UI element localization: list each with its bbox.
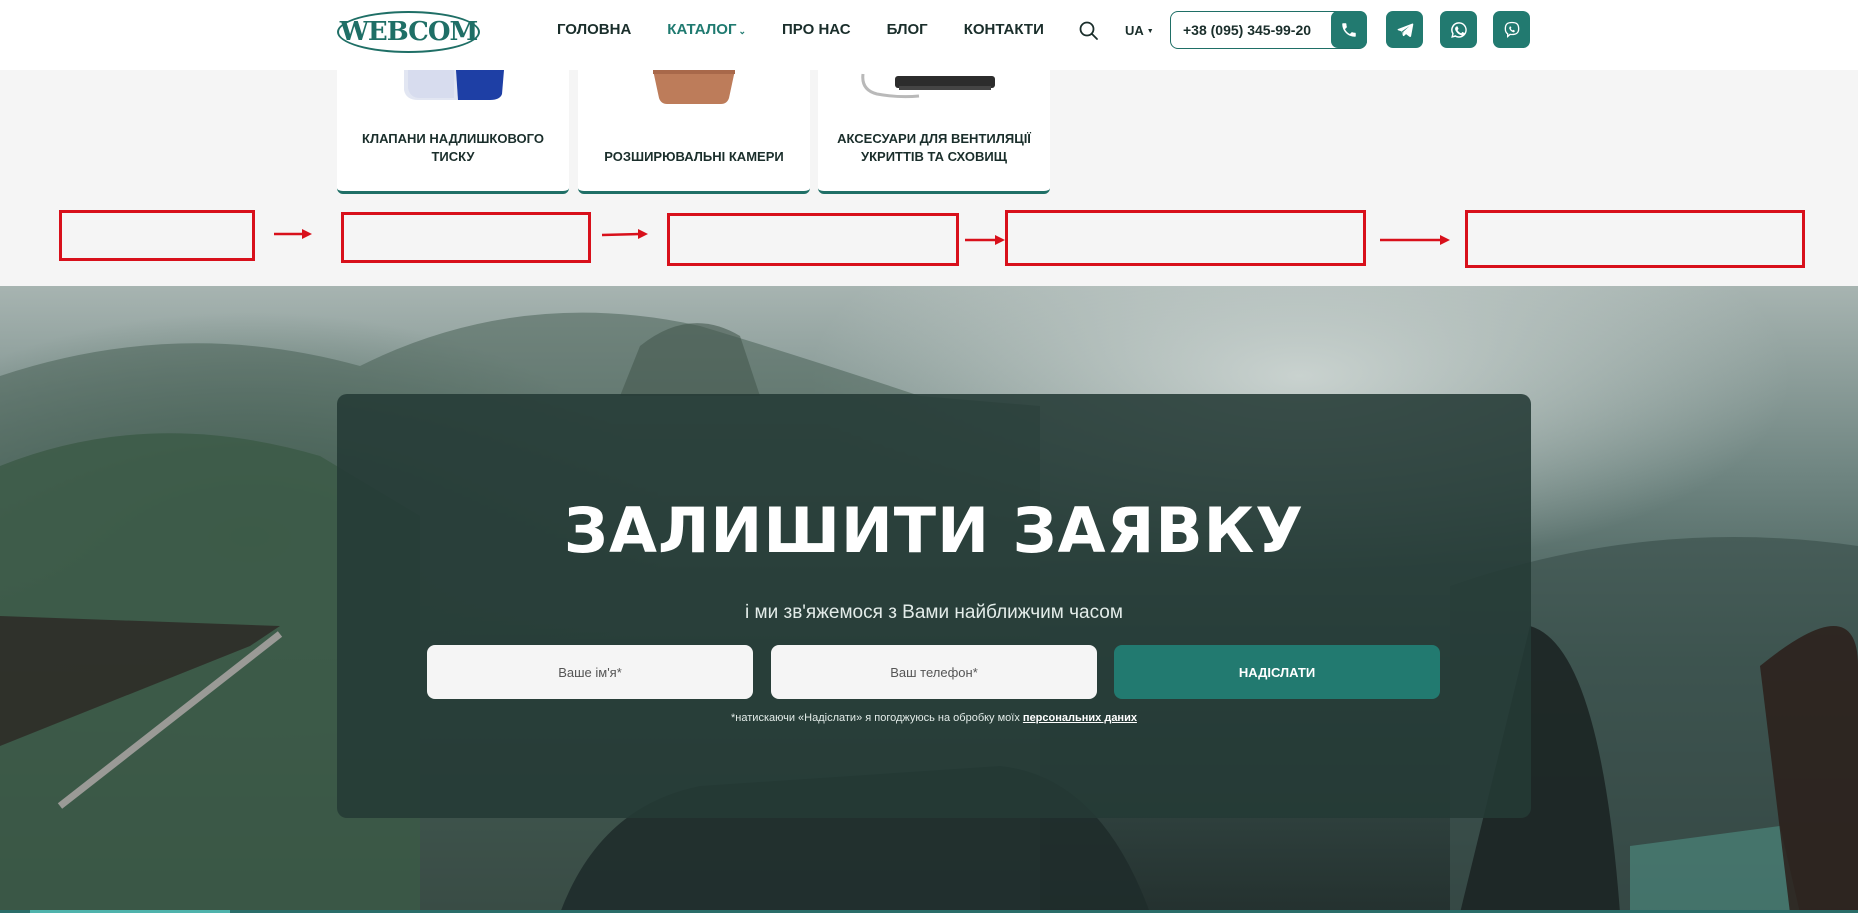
site-header: WEBCOM ГОЛОВНА КАТАЛОГ ⌄ ПРО НАС БЛОГ КОН…	[0, 0, 1858, 70]
phone-icon[interactable]	[1331, 11, 1367, 48]
language-switcher[interactable]: UA ▼	[1125, 23, 1154, 38]
nav-label: БЛОГ	[886, 21, 928, 38]
viber-icon[interactable]	[1493, 11, 1530, 48]
request-form-panel: ЗАЛИШИТИ ЗАЯВКУ і ми зв'яжемося з Вами н…	[337, 394, 1531, 818]
search-icon[interactable]	[1078, 20, 1100, 42]
annotation-box	[341, 212, 591, 263]
annotation-arrow	[1380, 235, 1450, 245]
nav-item-catalog[interactable]: КАТАЛОГ ⌄	[667, 21, 746, 38]
product-image	[398, 70, 508, 107]
card-title: КЛАПАНИ НАДЛИШКОВОГО ТИСКУ	[362, 131, 544, 164]
telegram-icon[interactable]	[1386, 11, 1423, 48]
annotation-arrow	[274, 229, 312, 239]
card-title: РОЗШИРЮВАЛЬНІ КАМЕРИ	[604, 149, 784, 164]
annotation-arrow	[965, 235, 1005, 245]
catalog-card[interactable]: КЛАПАНИ НАДЛИШКОВОГО ТИСКУ	[337, 70, 569, 194]
catalog-card[interactable]: РОЗШИРЮВАЛЬНІ КАМЕРИ	[578, 70, 810, 194]
whatsapp-icon[interactable]	[1440, 11, 1477, 48]
nav-item-blog[interactable]: БЛОГ	[887, 21, 928, 38]
main-nav: ГОЛОВНА КАТАЛОГ ⌄ ПРО НАС БЛОГ КОНТАКТИ	[557, 21, 1080, 38]
consent-note: *натискаючи «Надіслати» я погоджуюсь на …	[337, 712, 1531, 724]
nav-label: КОНТАКТИ	[963, 21, 1044, 38]
phone-number: +38 (095) 345-99-20	[1183, 22, 1312, 38]
nav-label: КАТАЛОГ	[667, 21, 737, 38]
annotation-box	[667, 213, 959, 266]
product-image	[859, 70, 1009, 107]
form-title: ЗАЛИШИТИ ЗАЯВКУ	[563, 494, 1305, 567]
phone-link[interactable]: +38 (095) 345-99-20	[1170, 11, 1367, 49]
personal-data-link[interactable]: персональних даних	[1023, 712, 1137, 724]
annotation-box	[1005, 210, 1366, 266]
annotation-arrow	[601, 229, 648, 239]
card-title: АКСЕСУАРИ ДЛЯ ВЕНТИЛЯЦІЇ УКРИТТІВ ТА СХО…	[837, 131, 1031, 164]
hero-background: ЗАЛИШИТИ ЗАЯВКУ і ми зв'яжемося з Вами н…	[0, 286, 1858, 913]
caret-down-icon: ▼	[1146, 28, 1154, 36]
chevron-down-icon: ⌄	[738, 26, 747, 36]
annotation-box	[59, 210, 255, 261]
catalog-cards-section: КЛАПАНИ НАДЛИШКОВОГО ТИСКУ РОЗШИРЮВАЛЬНІ…	[0, 70, 1858, 286]
annotation-box	[1465, 210, 1805, 268]
phone-input[interactable]	[771, 645, 1097, 699]
nav-item-contacts[interactable]: КОНТАКТИ	[964, 21, 1044, 38]
name-input[interactable]	[427, 645, 753, 699]
nav-item-home[interactable]: ГОЛОВНА	[557, 21, 631, 38]
product-image	[649, 70, 739, 109]
nav-label: ПРО НАС	[782, 21, 851, 38]
nav-item-about[interactable]: ПРО НАС	[782, 21, 851, 38]
site-logo[interactable]: WEBCOM	[337, 11, 480, 53]
nav-label: ГОЛОВНА	[557, 21, 632, 38]
submit-button[interactable]: НАДІСЛАТИ	[1114, 645, 1440, 699]
consent-text: *натискаючи «Надіслати» я погоджуюсь на …	[731, 712, 1023, 724]
catalog-card[interactable]: АКСЕСУАРИ ДЛЯ ВЕНТИЛЯЦІЇ УКРИТТІВ ТА СХО…	[818, 70, 1050, 194]
logo-text: WEBCOM	[339, 17, 479, 47]
form-subtitle: і ми зв'яжемося з Вами найближчим часом	[745, 602, 1123, 623]
language-label: UA	[1125, 23, 1144, 38]
